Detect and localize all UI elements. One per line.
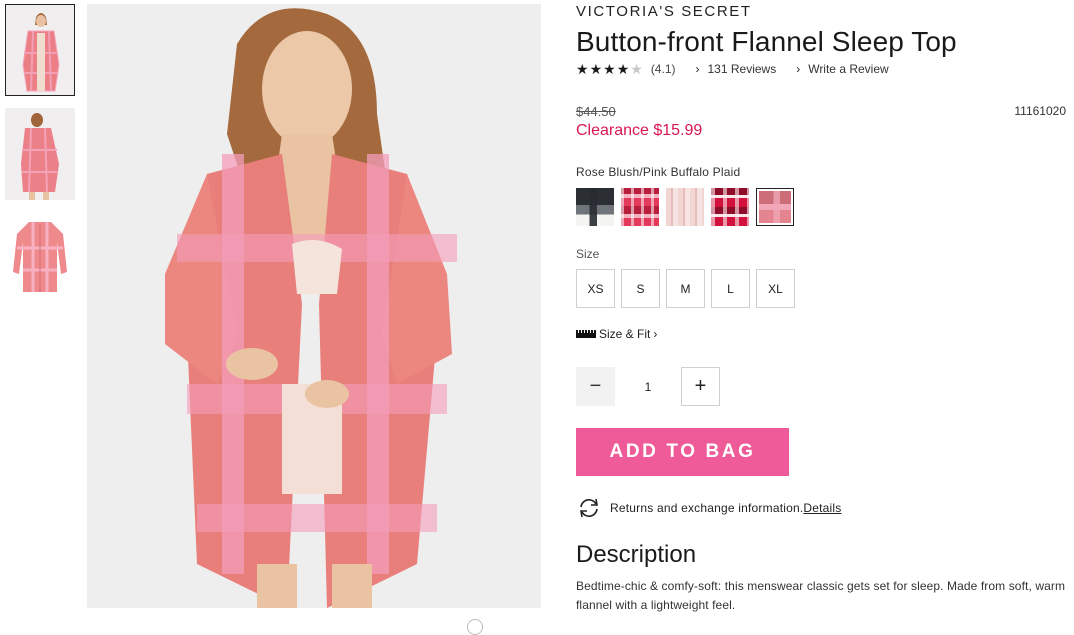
size-option-xs[interactable]: XS [576, 269, 615, 308]
chevron-right-icon: › [695, 62, 700, 76]
product-sku: 11161020 [1014, 104, 1066, 118]
ruler-icon [576, 330, 596, 338]
brand-name: VICTORIA'S SECRET [576, 3, 752, 20]
write-review-link[interactable]: Write a Review [808, 62, 888, 76]
description-body: Bedtime-chic & comfy-soft: this menswear… [576, 579, 1066, 612]
swatch-red-pink-plaid[interactable] [621, 188, 659, 226]
swatch-black-white-plaid[interactable] [576, 188, 614, 226]
swatch-rose-blush-pink-buffalo-plaid[interactable] [756, 188, 794, 226]
quantity-value: 1 [644, 379, 652, 394]
star-full-icon: ★ [576, 61, 589, 77]
reviews-link[interactable]: 131 Reviews [708, 62, 777, 76]
quantity-increment-button[interactable]: + [681, 367, 720, 406]
size-label: Size [576, 247, 600, 261]
swatch-red-white-plaid[interactable] [711, 188, 749, 226]
thumbnail-flat[interactable] [5, 212, 75, 304]
size-option-m[interactable]: M [666, 269, 705, 308]
description-heading: Description [576, 541, 697, 568]
star-rating[interactable]: ★ ★ ★ ★ ★ [576, 62, 643, 76]
star-full-icon: ★ [603, 61, 616, 77]
carousel-dot[interactable] [467, 619, 483, 635]
color-label: Rose Blush/Pink Buffalo Plaid [576, 165, 741, 179]
size-fit-link[interactable]: Size & Fit › [576, 327, 657, 341]
rating-value: (4.1) [650, 62, 676, 76]
star-full-icon: ★ [589, 61, 603, 77]
star-empty-icon: ★ [630, 61, 643, 77]
returns-details-link[interactable]: Details [803, 501, 841, 515]
returns-text: Returns and exchange information. [610, 501, 804, 515]
size-option-s[interactable]: S [621, 269, 660, 308]
original-price: $44.50 [576, 104, 616, 119]
product-title: Button-front Flannel Sleep Top [576, 26, 957, 57]
returns-exchange-icon [580, 498, 598, 518]
thumbnail-front[interactable] [5, 4, 75, 96]
chevron-right-icon: › [796, 62, 801, 76]
swatch-blush-stripe[interactable] [666, 188, 704, 226]
thumbnail-back[interactable] [5, 108, 75, 200]
size-fit-label: Size & Fit [599, 327, 651, 341]
returns-info: Returns and exchange information. Detail… [576, 498, 841, 518]
quantity-decrement-button[interactable]: − [576, 367, 615, 406]
star-full-icon: ★ [616, 61, 630, 77]
add-to-bag-button[interactable]: ADD TO BAG [576, 428, 789, 476]
sale-price: Clearance $15.99 [576, 122, 703, 139]
size-option-xl[interactable]: XL [756, 269, 795, 308]
size-option-l[interactable]: L [711, 269, 750, 308]
main-product-image [87, 4, 541, 608]
rating-row: ★ ★ ★ ★ ★ (4.1) › 131 Reviews › Write a … [576, 61, 889, 77]
chevron-right-icon: › [653, 327, 658, 341]
